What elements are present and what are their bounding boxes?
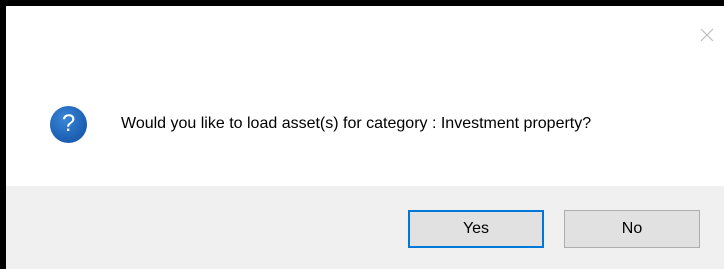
dialog-footer: Yes No (6, 186, 724, 269)
close-button[interactable] (696, 24, 718, 46)
question-icon: ? (50, 105, 87, 143)
no-button[interactable]: No (564, 210, 700, 248)
yes-button[interactable]: Yes (408, 210, 544, 248)
message-dialog: ? Would you like to load asset(s) for ca… (0, 0, 724, 269)
dialog-message: Would you like to load asset(s) for cate… (121, 115, 592, 132)
close-icon (700, 28, 714, 42)
dialog-content: ? Would you like to load asset(s) for ca… (50, 104, 591, 144)
